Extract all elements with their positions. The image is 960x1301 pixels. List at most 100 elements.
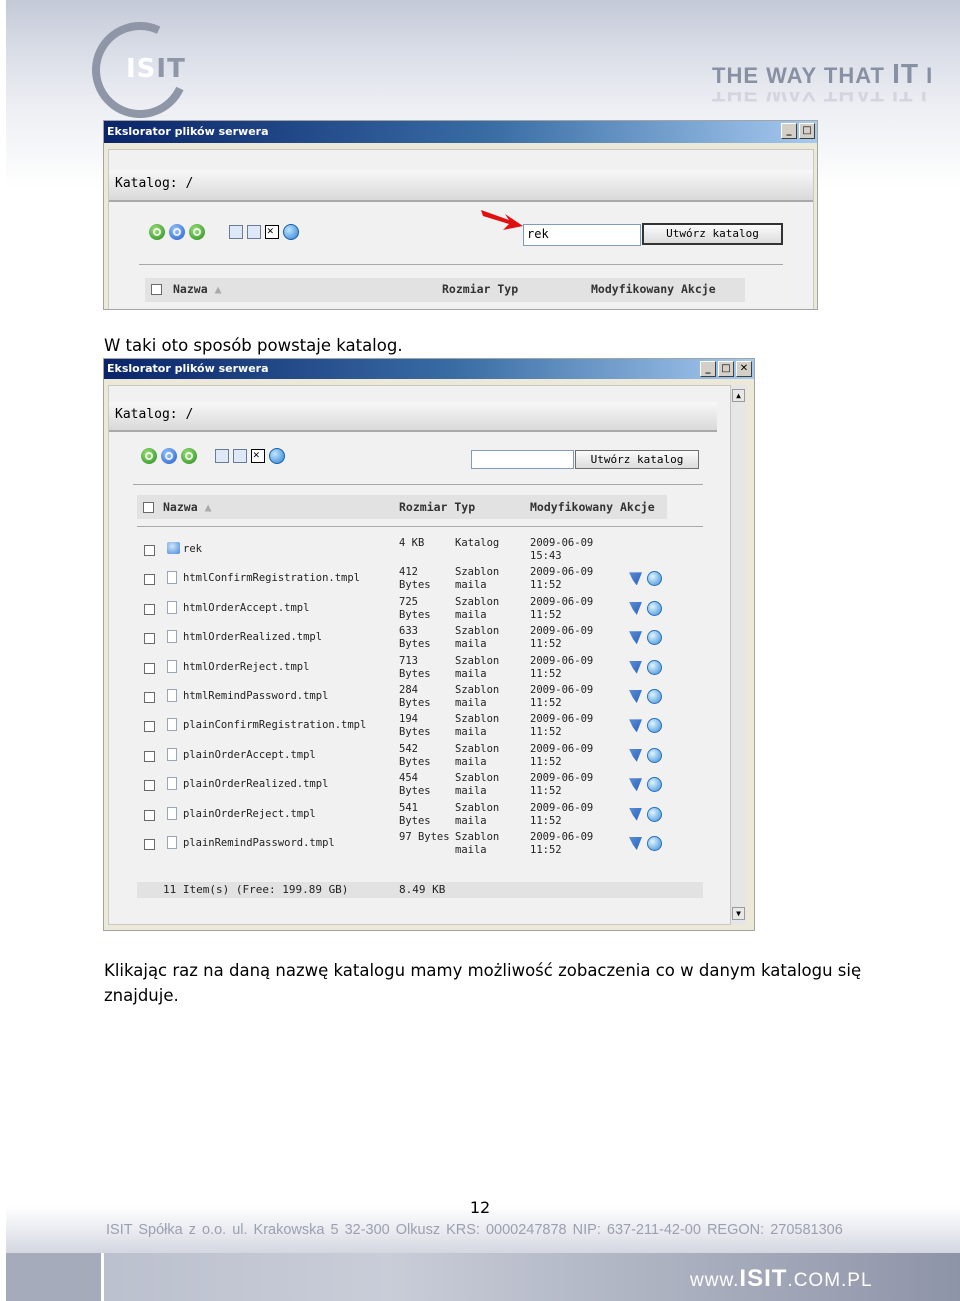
column-size-type[interactable]: Rozmiar Typ (399, 500, 475, 514)
edit-icon[interactable] (629, 660, 642, 674)
delete-icon[interactable] (251, 448, 265, 463)
edit-icon[interactable] (629, 837, 642, 850)
column-modified-actions[interactable]: Modyfikowany Akcje (530, 500, 655, 514)
row-checkbox[interactable] (144, 809, 155, 821)
file-name[interactable]: htmlRemindPassword.tmpl (183, 690, 328, 703)
file-name[interactable]: plainOrderAccept.tmpl (183, 749, 316, 762)
edit-icon[interactable] (629, 748, 642, 762)
upload-icon[interactable] (215, 449, 229, 463)
scroll-down-button[interactable]: ▼ (732, 907, 745, 920)
preview-icon[interactable] (647, 600, 662, 616)
file-name[interactable]: rek (183, 543, 202, 556)
new-file-icon[interactable] (233, 449, 247, 463)
select-all-checkbox[interactable] (143, 502, 154, 513)
minimize-button[interactable]: _ (700, 361, 716, 377)
file-name[interactable]: htmlOrderRealized.tmpl (183, 631, 322, 644)
table-row[interactable]: plainOrderRealized.tmpl 454 Bytes Szablon ma… (137, 772, 737, 805)
preview-icon[interactable] (647, 659, 662, 675)
preview-icon[interactable] (647, 718, 662, 734)
preview-icon[interactable] (647, 806, 662, 822)
column-size-type[interactable]: Rozmiar Typ (442, 282, 518, 296)
edit-icon[interactable] (629, 601, 642, 615)
table-row[interactable]: plainOrderAccept.tmpl 542 Bytes Szablon mail… (137, 743, 737, 776)
column-name[interactable]: Nazwa ▲ (173, 282, 222, 296)
table-row[interactable]: htmlOrderAccept.tmpl 725 Bytes Szablon maila… (137, 596, 737, 629)
table-row[interactable]: htmlConfirmRegistration.tmpl 412 Bytes Szab… (137, 566, 737, 599)
row-checkbox[interactable] (144, 633, 155, 645)
toolbar (141, 448, 285, 464)
preview-icon[interactable] (647, 630, 662, 646)
preview-icon[interactable] (647, 836, 662, 851)
preview-icon[interactable] (647, 571, 662, 587)
row-checkbox[interactable] (144, 750, 155, 762)
delete-icon[interactable] (265, 224, 279, 239)
file-name[interactable]: plainRemindPassword.tmpl (183, 837, 335, 850)
row-checkbox[interactable] (144, 545, 155, 556)
forward-icon[interactable] (189, 224, 205, 240)
file-type-2: maila (455, 844, 487, 856)
new-folder-name-input[interactable]: rek (523, 224, 641, 246)
column-name[interactable]: Nazwa ▲ (163, 500, 212, 514)
file-size: 633 (399, 625, 418, 638)
file-name[interactable]: htmlOrderReject.tmpl (183, 661, 309, 674)
table-row[interactable]: htmlOrderReject.tmpl 713 Bytes Szablon maila… (137, 655, 737, 688)
row-checkbox[interactable] (144, 662, 155, 674)
tagline-part: THE WAY THAT (712, 63, 893, 88)
file-size: 713 (399, 654, 418, 667)
back-icon[interactable] (141, 448, 157, 464)
refresh-icon[interactable] (169, 224, 185, 240)
edit-icon[interactable] (629, 690, 642, 703)
file-name[interactable]: htmlOrderAccept.tmpl (183, 602, 309, 615)
table-row[interactable]: plainConfirmRegistration.tmpl 194 Bytes Sza… (137, 713, 737, 746)
edit-icon[interactable] (629, 807, 642, 821)
file-name[interactable]: htmlConfirmRegistration.tmpl (183, 572, 360, 585)
column-modified-actions[interactable]: Modyfikowany Akcje (591, 282, 716, 296)
select-all-checkbox[interactable] (151, 284, 162, 295)
file-type: Szablon (455, 684, 500, 696)
table-row[interactable]: rek 4 KB Katalog 2009-06-09 15:43 (137, 537, 737, 570)
file-icon (167, 659, 177, 673)
close-button[interactable]: ✕ (736, 361, 752, 377)
row-checkbox[interactable] (144, 692, 155, 703)
row-checkbox[interactable] (144, 603, 155, 615)
row-checkbox[interactable] (144, 780, 155, 792)
preview-icon[interactable] (647, 689, 662, 704)
row-checkbox[interactable] (144, 721, 155, 733)
edit-icon[interactable] (629, 631, 642, 645)
edit-icon[interactable] (629, 719, 642, 733)
table-row[interactable]: plainRemindPassword.tmpl 97 Bytes Szablon m… (137, 831, 737, 864)
file-name[interactable]: plainConfirmRegistration.tmpl (183, 719, 366, 732)
minimize-button[interactable]: _ (781, 123, 797, 139)
new-folder-name-input[interactable] (471, 450, 574, 469)
create-folder-button[interactable]: Utwórz katalog (642, 223, 783, 245)
file-name[interactable]: plainOrderRealized.tmpl (183, 778, 328, 791)
upload-icon[interactable] (229, 225, 243, 239)
web-icon[interactable] (283, 224, 299, 240)
edit-icon[interactable] (629, 778, 642, 792)
window-title: Ekslorator plików serwera (107, 362, 269, 375)
refresh-icon[interactable] (161, 448, 177, 464)
row-checkbox[interactable] (144, 839, 155, 850)
website-url[interactable]: www.ISIT.COM.PL (690, 1265, 873, 1293)
file-name[interactable]: plainOrderReject.tmpl (183, 808, 316, 821)
maximize-button[interactable]: □ (718, 361, 734, 377)
forward-icon[interactable] (181, 448, 197, 464)
maximize-button[interactable]: □ (799, 123, 815, 139)
table-row[interactable]: htmlOrderRealized.tmpl 633 Bytes Szablon mai… (137, 625, 737, 658)
preview-icon[interactable] (647, 777, 662, 793)
file-size: 97 Bytes (399, 831, 450, 843)
separator (137, 526, 703, 527)
edit-icon[interactable] (629, 572, 642, 586)
vertical-scrollbar[interactable]: ▲ ▼ (730, 385, 746, 925)
company-info: ISIT Spółka z o.o. ul. Krakowska 5 32-30… (106, 1222, 843, 1238)
web-icon[interactable] (269, 448, 285, 464)
row-checkbox[interactable] (144, 574, 155, 586)
new-file-icon[interactable] (247, 225, 261, 239)
back-icon[interactable] (149, 224, 165, 240)
preview-icon[interactable] (647, 747, 662, 763)
create-folder-button[interactable]: Utwórz katalog (575, 450, 699, 469)
scroll-up-button[interactable]: ▲ (732, 389, 745, 402)
file-type: Szablon (455, 654, 500, 667)
file-size-unit: Bytes (399, 579, 431, 592)
table-row[interactable]: htmlRemindPassword.tmpl 284 Bytes Szablon ma… (137, 684, 737, 717)
